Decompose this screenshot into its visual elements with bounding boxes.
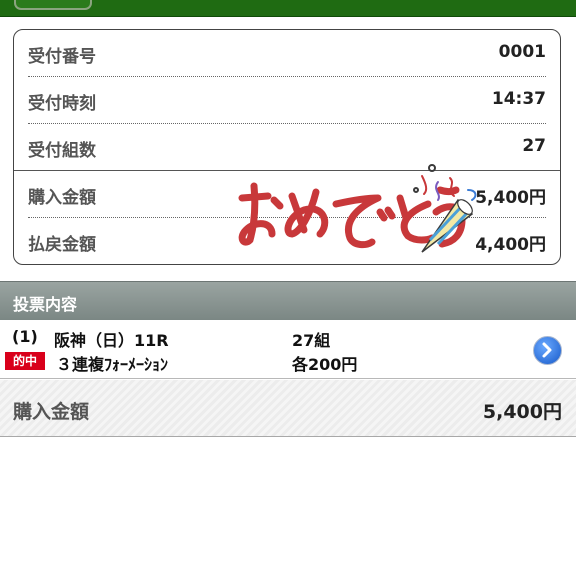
chevron-right-circle-icon[interactable] [533, 336, 562, 365]
receipt-number-label: 受付番号 [28, 47, 96, 67]
receipt-count-value: 27 [522, 136, 546, 156]
combo-count: 27組 [292, 331, 331, 350]
receipt-row-time: 受付時刻 14:37 [28, 77, 546, 123]
hit-badge: 的中 [5, 352, 45, 370]
bet-details-title: 投票内容 [13, 295, 78, 314]
per-bet-amount: 各200円 [292, 355, 358, 374]
total-purchase-label: 購入金額 [13, 401, 90, 423]
total-purchase-row: 購入金額 5,400円 [0, 380, 576, 437]
bet-index: (1) [12, 327, 38, 346]
receipt-number-value: 0001 [498, 42, 546, 62]
bet-type: ３連複ﾌｫｰﾒｰｼｮﾝ [56, 355, 169, 374]
receipt-count-label: 受付組数 [28, 141, 96, 161]
receipt-time-label: 受付時刻 [28, 94, 96, 114]
payout-amount-label: 払戻金額 [28, 235, 96, 255]
bet-list-item[interactable]: (1) 阪神（日）11R 27組 的中 ３連複ﾌｫｰﾒｰｼｮﾝ 各200円 [0, 320, 576, 379]
omedetou-celebration-icon [238, 164, 477, 253]
purchase-amount-label: 購入金額 [28, 188, 96, 208]
race-name: 阪神（日）11R [54, 331, 169, 350]
total-purchase-value: 5,400円 [482, 401, 562, 423]
top-header-bar [0, 0, 576, 17]
back-button[interactable] [14, 0, 92, 10]
bet-details-header: 投票内容 [0, 281, 576, 321]
receipt-row-number: 受付番号 0001 [28, 30, 546, 76]
receipt-time-value: 14:37 [491, 89, 546, 109]
